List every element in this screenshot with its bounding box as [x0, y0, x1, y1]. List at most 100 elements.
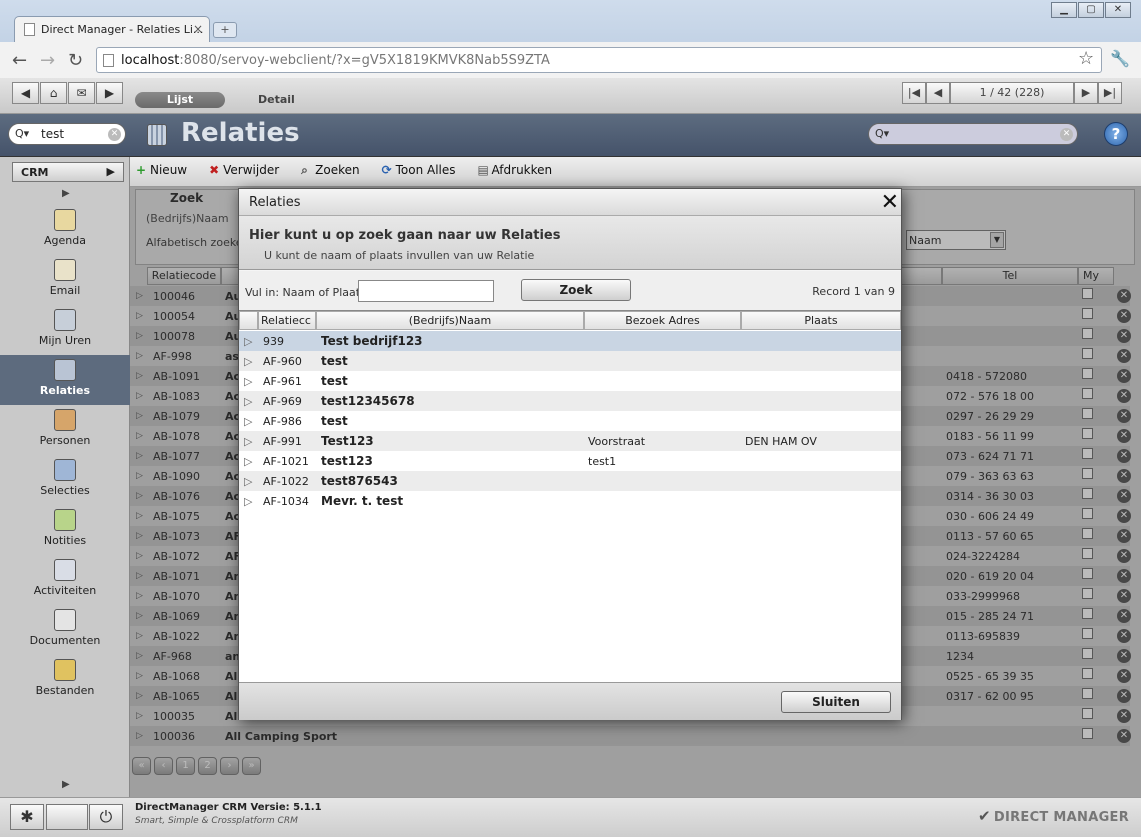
sidebar-item-label: Personen [39, 434, 91, 447]
bookmark-star-icon[interactable]: ☆ [1078, 48, 1094, 69]
module-selector[interactable]: CRM ▶ [12, 162, 124, 182]
tab-close-icon[interactable]: × [193, 22, 203, 36]
sidebar-item-agenda[interactable]: Agenda [0, 205, 130, 255]
wrench-icon[interactable]: 🔧 [1110, 49, 1130, 68]
last-record-button[interactable]: ▶| [1098, 82, 1122, 104]
result-row[interactable]: ▷ AF-1021 test123 test1 [239, 451, 901, 471]
blank-button[interactable] [46, 804, 88, 830]
help-icon[interactable]: ? [1104, 122, 1128, 146]
back-nav-button[interactable]: ◀ [12, 82, 39, 104]
row-arrow-icon[interactable]: ▷ [244, 475, 252, 488]
clear-icon[interactable]: ✕ [1060, 128, 1073, 141]
forward-nav-button[interactable]: ▶ [96, 82, 123, 104]
mail-icon[interactable]: ✉ [68, 82, 95, 104]
cell-naam: test [321, 374, 348, 388]
row-arrow-icon[interactable]: ▷ [244, 435, 252, 448]
home-icon[interactable]: ⌂ [40, 82, 67, 104]
reload-icon[interactable]: ↻ [68, 50, 83, 71]
sidebar-item-documenten[interactable]: Documenten [0, 605, 130, 655]
tab-detail[interactable]: Detail [258, 93, 295, 106]
new-tab-button[interactable]: + [213, 22, 237, 38]
result-row[interactable]: ▷ AF-986 test [239, 411, 901, 431]
column-header-relatiecode[interactable]: Relatiecc [258, 311, 316, 330]
action-afdrukken-button[interactable]: ▤ Afdrukken [478, 163, 553, 186]
plus-icon: + [136, 163, 147, 177]
search-input[interactable] [358, 280, 494, 302]
zoek-button[interactable]: Zoek [521, 279, 631, 301]
result-row[interactable]: ▷ AF-1022 test876543 [239, 471, 901, 491]
cell-relatiecode: AF-1021 [263, 455, 309, 468]
sidebar-item-bestanden[interactable]: Bestanden [0, 655, 130, 705]
row-arrow-icon[interactable]: ▷ [244, 415, 252, 428]
result-row[interactable]: ▷ AF-991 Test123 Voorstraat DEN HAM OV [239, 431, 901, 451]
sidebar-item-notities[interactable]: Notities [0, 505, 130, 555]
folder-icon [54, 659, 76, 681]
column-header-plaats[interactable]: Plaats [741, 311, 901, 330]
row-arrow-icon[interactable]: ▷ [244, 355, 252, 368]
row-arrow-icon[interactable]: ▷ [244, 375, 252, 388]
clear-icon[interactable]: ✕ [108, 128, 121, 141]
row-arrow-icon[interactable]: ▷ [244, 335, 252, 348]
column-header-adres[interactable]: Bezoek Adres [584, 311, 741, 330]
magnifier-icon [54, 459, 76, 481]
sidebar-item-selecties[interactable]: Selecties [0, 455, 130, 505]
sidebar-item-label: Bestanden [35, 684, 95, 697]
cell-adres: Voorstraat [588, 435, 646, 448]
sidebar-item-mijn-uren[interactable]: Mijn Uren [0, 305, 130, 355]
sidebar-item-label: Selecties [40, 484, 90, 497]
power-icon[interactable]: ⏻ [89, 804, 123, 830]
refresh-icon: ⟳ [381, 163, 392, 177]
module-search-field[interactable]: Q▾ test ✕ [8, 123, 126, 145]
result-row[interactable]: ▷ AF-969 test12345678 [239, 391, 901, 411]
logo-check-icon: ✔ [978, 807, 991, 825]
result-row[interactable]: ▷ AF-1034 Mevr. t. test [239, 491, 901, 511]
action-label: Afdrukken [491, 163, 553, 177]
calendar-icon [54, 209, 76, 231]
sidebar-item-activiteiten[interactable]: Activiteiten [0, 555, 130, 605]
sidebar-item-email[interactable]: Email [0, 255, 130, 305]
column-header-naam[interactable]: (Bedrijfs)Naam [316, 311, 584, 330]
spinner-icon[interactable]: ✱ [10, 804, 44, 830]
result-row[interactable]: ▷ 939 Test bedrijf123 [239, 331, 901, 351]
sidebar-item-label: Activiteiten [33, 584, 97, 597]
address-bar[interactable]: localhost:8080/servoy-webclient/?x=gV5X1… [96, 47, 1102, 73]
sluiten-button[interactable]: Sluiten [781, 691, 891, 713]
results-table: Relatiecc (Bedrijfs)Naam Bezoek Adres Pl… [239, 311, 901, 683]
next-record-button[interactable]: ▶ [1074, 82, 1098, 104]
first-record-button[interactable]: |◀ [902, 82, 926, 104]
browser-tab[interactable]: Direct Manager - Relaties Li... × [14, 16, 210, 42]
action-toon-alles-button[interactable]: ⟳ Toon Alles [382, 163, 456, 186]
sidebar-item-relaties[interactable]: Relaties [0, 355, 130, 405]
dialog-subheading: U kunt de naam of plaats invullen van uw… [264, 249, 535, 262]
prev-record-button[interactable]: ◀ [926, 82, 950, 104]
tab-lijst[interactable]: Lijst [135, 92, 225, 108]
result-row[interactable]: ▷ AF-961 test [239, 371, 901, 391]
version-text: DirectManager CRM Versie: 5.1.1 [135, 802, 322, 813]
expand-icon[interactable]: ▶ [62, 779, 70, 790]
back-icon[interactable]: ← [12, 50, 27, 71]
page-icon [103, 54, 114, 67]
cell-relatiecode: AF-1034 [263, 495, 309, 508]
close-window-button[interactable]: ✕ [1105, 2, 1131, 18]
note-icon [54, 509, 76, 531]
collapse-icon[interactable]: ▶ [62, 188, 70, 199]
row-arrow-icon[interactable]: ▷ [244, 395, 252, 408]
action-verwijder-button[interactable]: ✖ Verwijder [209, 163, 279, 186]
close-icon[interactable]: ✕ [881, 190, 899, 215]
result-row[interactable]: ▷ AF-960 test [239, 351, 901, 371]
record-count: Record 1 van 9 [812, 285, 895, 298]
action-bar: + Nieuw ✖ Verwijder ⌕ Zoeken ⟳ Toon Alles ▤ Afdru… [130, 157, 1141, 187]
sidebar-item-personen[interactable]: Personen [0, 405, 130, 455]
forward-icon[interactable]: → [40, 50, 55, 71]
cell-relatiecode: AF-991 [263, 435, 302, 448]
row-arrow-icon[interactable]: ▷ [244, 455, 252, 468]
maximize-button[interactable]: ▢ [1078, 2, 1104, 18]
row-arrow-icon[interactable]: ▷ [244, 495, 252, 508]
calendar-check-icon [54, 559, 76, 581]
action-nieuw-button[interactable]: + Nieuw [136, 163, 187, 186]
action-zoeken-button[interactable]: ⌕ Zoeken [301, 163, 359, 186]
search-icon[interactable]: Q▾ [875, 127, 889, 140]
search-icon[interactable]: Q▾ [15, 127, 29, 140]
record-search-field[interactable]: Q▾ ✕ [868, 123, 1078, 145]
minimize-button[interactable]: ▁ [1051, 2, 1077, 18]
